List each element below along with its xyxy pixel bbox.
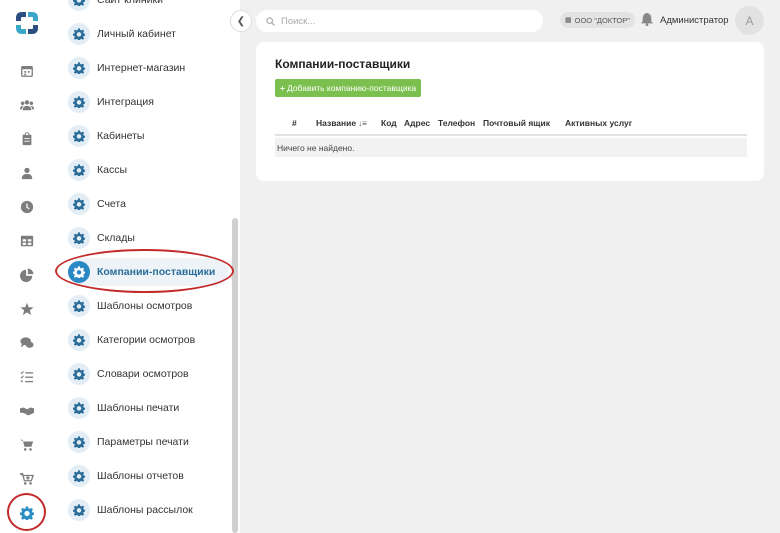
gear-icon [68, 499, 90, 521]
empty-table-row: Ничего не найдено. [275, 138, 747, 157]
column-code[interactable]: Код [381, 118, 397, 128]
gear-icon [68, 0, 90, 11]
submenu-item[interactable]: Словари осмотров [68, 360, 228, 388]
gear-icon [68, 465, 90, 487]
submenu-item-label: Интеграция [97, 96, 154, 108]
search-box[interactable] [256, 10, 543, 32]
star-icon[interactable] [17, 299, 37, 319]
submenu-item[interactable]: Личный кабинет [68, 20, 228, 48]
sort-icon: ↓≡ [358, 119, 367, 128]
submenu-item[interactable]: Параметры печати [68, 428, 228, 456]
column-phone[interactable]: Телефон [438, 118, 475, 128]
submenu-scrollbar[interactable] [232, 218, 238, 533]
empty-message: Ничего не найдено. [277, 142, 355, 153]
submenu-item[interactable]: Шаблоны печати [68, 394, 228, 422]
submenu-item-label: Личный кабинет [97, 28, 176, 40]
chat-icon[interactable] [17, 333, 37, 353]
gear-icon [68, 57, 90, 79]
submenu-item[interactable]: Кассы [68, 156, 228, 184]
submenu-item-label: Параметры печати [97, 436, 189, 448]
column-name: Название [316, 118, 357, 128]
submenu-item-label: Шаблоны отчетов [97, 470, 184, 482]
column-number[interactable]: # [292, 118, 297, 128]
calendar-icon[interactable] [17, 61, 37, 81]
cart-icon[interactable] [17, 435, 37, 455]
pie-chart-icon[interactable] [17, 265, 37, 285]
icon-rail [0, 0, 54, 533]
submenu-item[interactable]: Шаблоны осмотров [68, 292, 228, 320]
gear-icon [68, 23, 90, 45]
submenu-item-label: Счета [97, 198, 126, 210]
table-icon[interactable] [17, 231, 37, 251]
column-name-wrap[interactable]: Название ↓≡ [316, 118, 367, 128]
column-email[interactable]: Почтовый ящик [483, 118, 550, 128]
submenu-item-label: Сайт клиники [97, 0, 163, 6]
cart-plus-icon[interactable] [17, 469, 37, 489]
highlight-circle-active-item [55, 249, 234, 293]
submenu-item-label: Словари осмотров [97, 368, 189, 380]
gear-icon [68, 91, 90, 113]
suppliers-card: Компании-поставщики + Добавить компанию-… [256, 42, 764, 181]
submenu-item[interactable]: Шаблоны рассылок [68, 496, 228, 524]
page-title: Компании-поставщики [275, 57, 411, 71]
users-icon[interactable] [17, 95, 37, 115]
plus-icon: + [280, 83, 285, 93]
submenu-item-label: Кассы [97, 164, 128, 176]
submenu-item[interactable]: Кабинеты [68, 122, 228, 150]
add-supplier-label: Добавить компанию-поставщика [286, 83, 417, 93]
add-supplier-button[interactable]: + Добавить компанию-поставщика [275, 79, 422, 97]
search-input[interactable] [281, 15, 531, 27]
gear-icon [68, 397, 90, 419]
gear-icon [68, 193, 90, 215]
collapse-sidebar-button[interactable]: ❮ [230, 10, 252, 32]
chevron-left-icon: ❮ [236, 15, 246, 27]
gear-icon [68, 295, 90, 317]
gear-icon [68, 431, 90, 453]
submenu-item-label: Шаблоны печати [97, 402, 180, 414]
submenu-item-label: Шаблоны осмотров [97, 300, 193, 312]
gear-icon [68, 227, 90, 249]
search-icon [266, 16, 275, 26]
submenu-item[interactable]: Шаблоны отчетов [68, 462, 228, 490]
gear-icon [68, 159, 90, 181]
submenu-item-label: Шаблоны рассылок [97, 504, 193, 516]
table-header: # Название ↓≡ Код Адрес Телефон Почтовый … [275, 112, 747, 136]
user-name[interactable]: Администратор [660, 15, 729, 26]
highlight-circle-rail [7, 493, 46, 531]
gear-icon [68, 125, 90, 147]
submenu-item-label: Кабинеты [97, 130, 145, 142]
column-address[interactable]: Адрес [404, 118, 430, 128]
clipboard-icon[interactable] [17, 129, 37, 149]
submenu-item[interactable]: Сайт клиники [68, 0, 228, 14]
submenu-item[interactable]: Интеграция [68, 88, 228, 116]
clock-icon[interactable] [17, 197, 37, 217]
submenu-item-label: Интернет-магазин [97, 62, 186, 74]
bell-icon [640, 12, 654, 26]
submenu-item-label: Склады [97, 232, 135, 244]
handshake-icon[interactable] [17, 401, 37, 421]
column-active-services[interactable]: Активных услуг [565, 118, 632, 128]
building-icon: ▦ [565, 17, 572, 24]
avatar[interactable]: А [735, 6, 764, 35]
submenu-item[interactable]: Счета [68, 190, 228, 218]
organization-name: ООО "ДОКТОР" [574, 15, 630, 25]
submenu-item[interactable]: Склады [68, 224, 228, 252]
notifications-button[interactable] [640, 12, 654, 26]
gear-icon [68, 329, 90, 351]
app-logo[interactable] [12, 8, 42, 38]
submenu-item[interactable]: Интернет-магазин [68, 54, 228, 82]
gear-icon [68, 363, 90, 385]
submenu-item-label: Категории осмотров [97, 334, 196, 346]
user-icon[interactable] [17, 163, 37, 183]
organization-badge[interactable]: ▦ ООО "ДОКТОР" [560, 12, 635, 28]
checklist-icon[interactable] [17, 367, 37, 387]
submenu-item[interactable]: Категории осмотров [68, 326, 228, 354]
